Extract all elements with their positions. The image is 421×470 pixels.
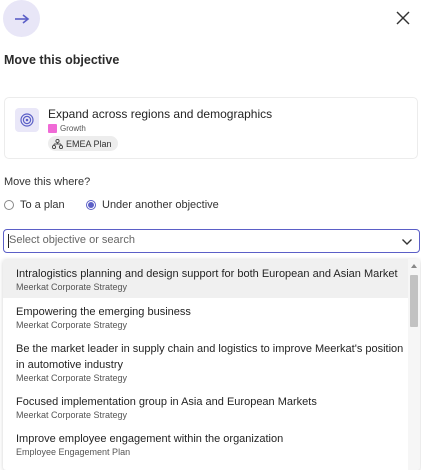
objective-search-box[interactable] — [3, 229, 420, 253]
item-plan: Meerkat Corporate Strategy — [16, 282, 128, 292]
item-plan: Meerkat Corporate Strategy — [16, 410, 128, 420]
objective-search-input[interactable] — [9, 234, 389, 246]
list-item[interactable]: Empowering the emerging business Meerkat… — [3, 298, 420, 335]
objective-dropdown-list: Intralogistics planning and design suppo… — [3, 259, 420, 470]
objective-name: Expand across regions and demographics — [48, 107, 273, 121]
tag-label: Growth — [60, 124, 86, 133]
close-icon — [396, 11, 410, 25]
item-plan: Employee Engagement Plan — [16, 447, 131, 457]
radio-under-objective[interactable]: Under another objective — [86, 199, 219, 211]
scrollbar[interactable] — [408, 259, 420, 470]
scroll-thumb[interactable] — [410, 275, 418, 327]
item-title: Be the market leader in supply chain and… — [16, 343, 404, 371]
hierarchy-icon — [52, 138, 63, 149]
arrow-right-icon — [14, 13, 29, 24]
item-plan: Meerkat Corporate Strategy — [16, 373, 128, 383]
list-item[interactable]: Intralogistics planning and design suppo… — [3, 259, 420, 298]
item-title: Intralogistics planning and design suppo… — [16, 268, 398, 280]
radio-circle-checked[interactable] — [86, 200, 96, 210]
radio-label: To a plan — [20, 199, 65, 211]
radio-to-plan[interactable]: To a plan — [4, 199, 65, 211]
plan-chip-label: EMEA Plan — [66, 138, 112, 149]
radio-circle[interactable] — [4, 200, 14, 210]
item-title: Focused implementation group in Asia and… — [16, 396, 317, 408]
move-where-label: Move this where? — [4, 176, 91, 188]
target-icon — [15, 108, 39, 132]
tag-color-swatch — [48, 124, 57, 133]
plan-chip: EMEA Plan — [48, 136, 118, 151]
close-button[interactable] — [392, 7, 414, 29]
item-title: Improve employee engagement within the o… — [16, 433, 284, 445]
chevron-down-icon[interactable] — [401, 236, 413, 248]
item-title: Empowering the emerging business — [16, 306, 191, 318]
scroll-up-arrow-icon[interactable] — [411, 264, 417, 268]
list-item[interactable]: Be the market leader in supply chain and… — [3, 335, 420, 388]
list-item[interactable]: Focused implementation group in Asia and… — [3, 388, 420, 425]
item-plan: Meerkat Corporate Strategy — [16, 320, 128, 330]
list-item[interactable]: Improve employee engagement within the o… — [3, 425, 420, 462]
radio-label: Under another objective — [102, 199, 219, 211]
objective-tag: Growth — [48, 124, 86, 133]
dialog-title: Move this objective — [4, 53, 120, 67]
objective-card: Expand across regions and demographics G… — [4, 97, 418, 159]
move-arrow-button[interactable] — [3, 0, 40, 37]
